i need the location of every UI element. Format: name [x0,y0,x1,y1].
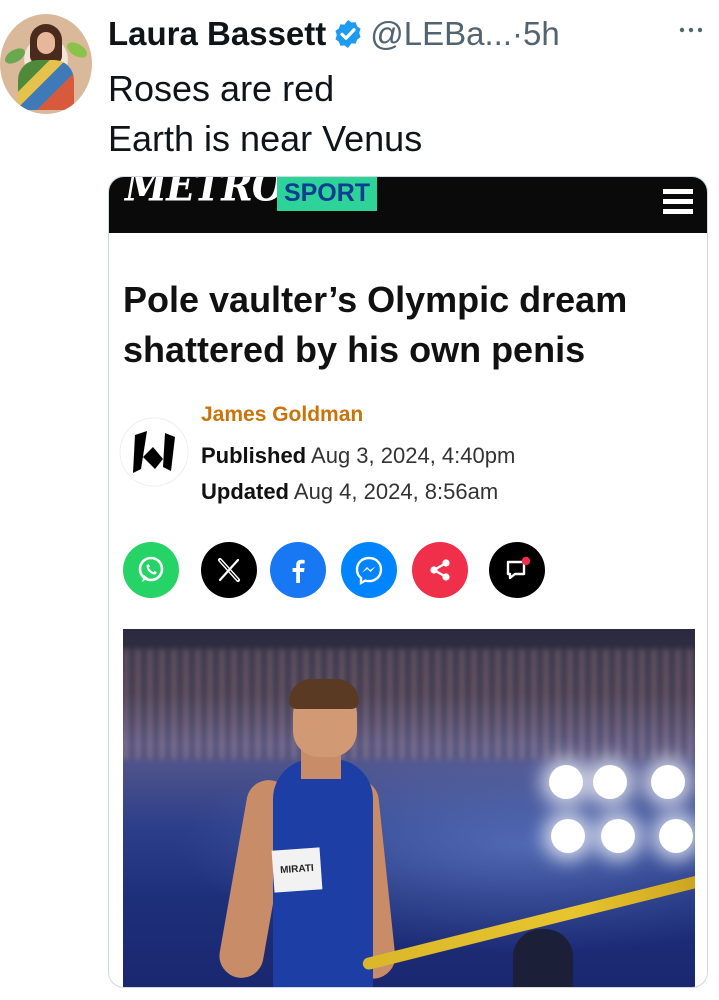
profile-avatar[interactable] [0,14,92,114]
separator-dot: · [512,15,523,52]
comments-button[interactable] [489,542,545,598]
metro-m-logo-icon [119,417,189,487]
more-options-icon[interactable] [676,20,706,40]
generic-share-button[interactable] [412,542,468,598]
article-screenshot-card[interactable]: METRO SPORT Pole vaulter’s Olympic dream… [108,176,708,988]
x-icon [218,558,240,582]
author-handle[interactable]: @LEBa... [370,15,512,53]
x-share-button[interactable] [201,542,257,598]
share-icon [430,559,450,581]
facebook-share-button[interactable] [270,542,326,598]
tweet-text-line-1: Roses are red [108,68,335,109]
whatsapp-share-button[interactable] [123,542,179,598]
tweet-header: Laura Bassett @LEBa... · 5h [108,12,560,56]
tweet-text: Roses are red Earth is near Venus [108,64,422,164]
updated-label: Updated [201,479,289,504]
metro-header-bar: METRO SPORT [109,177,707,233]
article-photo: MIRATI [123,629,695,987]
article-headline: Pole vaulter’s Olympic dream shattered b… [123,279,628,370]
section-tag-sport: SPORT [277,177,377,211]
facebook-icon [292,559,305,583]
updated-value: Aug 4, 2024, 8:56am [293,479,499,504]
published-value: Aug 3, 2024, 4:40pm [311,443,516,468]
athlete-bib: MIRATI [271,847,323,893]
whatsapp-icon [138,556,164,582]
messenger-icon [355,556,383,586]
hamburger-menu-icon [663,189,693,217]
messenger-share-button[interactable] [341,542,397,598]
author-name[interactable]: Laura Bassett [108,15,326,53]
metro-logo: METRO [125,177,285,211]
verified-badge-icon [335,20,361,48]
article-author: James Goldman [201,403,364,426]
comment-icon [506,556,531,580]
published-date: Published Aug 3, 2024, 4:40pm [201,443,515,469]
tweet-text-line-2: Earth is near Venus [108,118,423,159]
published-label: Published [201,443,307,468]
tweet-timestamp[interactable]: 5h [523,15,560,53]
updated-date: Updated Aug 4, 2024, 8:56am [201,479,498,505]
